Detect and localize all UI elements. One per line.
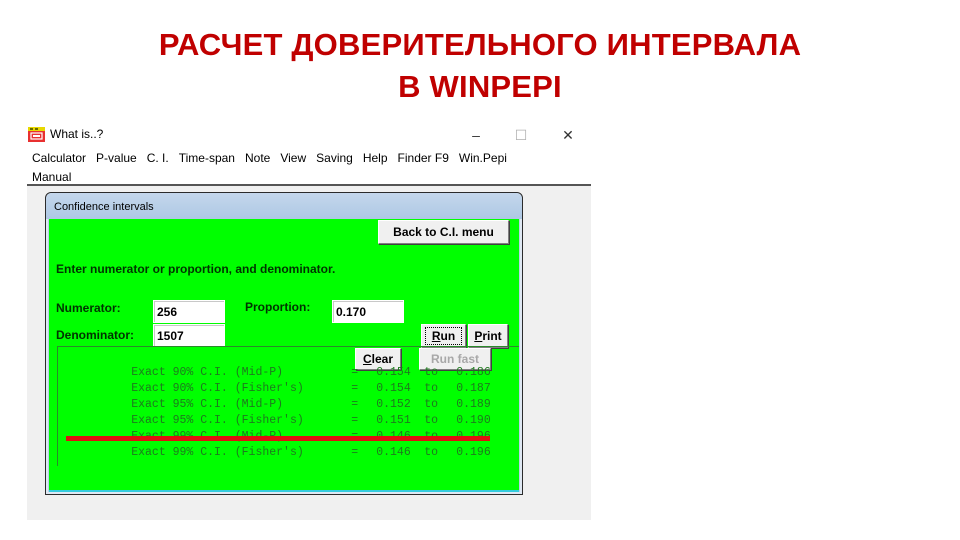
slide-title-line1: РАСЧЕТ ДОВЕРИТЕЛЬНОГО ИНТЕРВАЛА bbox=[158, 27, 802, 62]
winpepi-window: What is..? – ☐ ✕ Calculator P-value C. I… bbox=[27, 124, 591, 520]
back-button-label: Back to C.I. menu bbox=[393, 225, 494, 239]
slide-title: РАСЧЕТ ДОВЕРИТЕЛЬНОГО ИНТЕРВАЛА В WINPEP… bbox=[0, 24, 960, 108]
menu-saving[interactable]: Saving bbox=[316, 151, 359, 165]
menu-row-1: Calculator P-value C. I. Time-span Note … bbox=[32, 151, 517, 165]
app-icon bbox=[28, 127, 45, 142]
menu-help[interactable]: Help bbox=[363, 151, 394, 165]
print-button[interactable]: Print bbox=[468, 324, 508, 348]
minimize-button[interactable]: – bbox=[461, 124, 491, 146]
denominator-input[interactable]: 1507 bbox=[153, 324, 225, 347]
denominator-label: Denominator: bbox=[56, 328, 134, 342]
dialog-title: Confidence intervals bbox=[46, 193, 522, 219]
menu-calculator[interactable]: Calculator bbox=[32, 151, 92, 165]
close-icon: ✕ bbox=[562, 126, 574, 143]
slide-title-line2: В WINPEPI bbox=[398, 69, 562, 104]
red-underline-annotation bbox=[66, 436, 490, 441]
window-title: What is..? bbox=[50, 127, 104, 141]
proportion-input[interactable]: 0.170 bbox=[332, 300, 404, 323]
instruction-text: Enter numerator or proportion, and denom… bbox=[56, 262, 336, 276]
menu-finder[interactable]: Finder F9 bbox=[398, 151, 455, 165]
menu-manual[interactable]: Manual bbox=[32, 170, 77, 184]
confidence-intervals-dialog: Confidence intervals Back to C.I. menu E… bbox=[45, 192, 523, 495]
menu-row-2: Manual bbox=[32, 170, 81, 184]
close-button[interactable]: ✕ bbox=[553, 124, 583, 146]
proportion-label: Proportion: bbox=[245, 300, 311, 314]
numerator-label: Numerator: bbox=[56, 301, 121, 315]
menu-note[interactable]: Note bbox=[245, 151, 276, 165]
menu-ci[interactable]: C. I. bbox=[147, 151, 175, 165]
minimize-icon: – bbox=[472, 127, 480, 143]
maximize-button[interactable]: ☐ bbox=[506, 124, 536, 146]
dialog-body: Back to C.I. menu Enter numerator or pro… bbox=[49, 219, 519, 492]
window-titlebar[interactable]: What is..? – ☐ ✕ bbox=[27, 124, 591, 146]
maximize-icon: ☐ bbox=[514, 126, 528, 143]
menu-time-span[interactable]: Time-span bbox=[179, 151, 241, 165]
menu-view[interactable]: View bbox=[280, 151, 312, 165]
run-button-label: Run bbox=[424, 327, 463, 345]
menu-p-value[interactable]: P-value bbox=[96, 151, 143, 165]
menu-winpepi[interactable]: Win.Pepi bbox=[459, 151, 513, 165]
back-to-ci-menu-button[interactable]: Back to C.I. menu bbox=[378, 220, 509, 244]
run-button[interactable]: Run bbox=[421, 324, 466, 348]
menu-bar: Calculator P-value C. I. Time-span Note … bbox=[27, 146, 591, 186]
numerator-input[interactable]: 256 bbox=[153, 300, 225, 323]
print-button-label: Print bbox=[474, 329, 502, 343]
